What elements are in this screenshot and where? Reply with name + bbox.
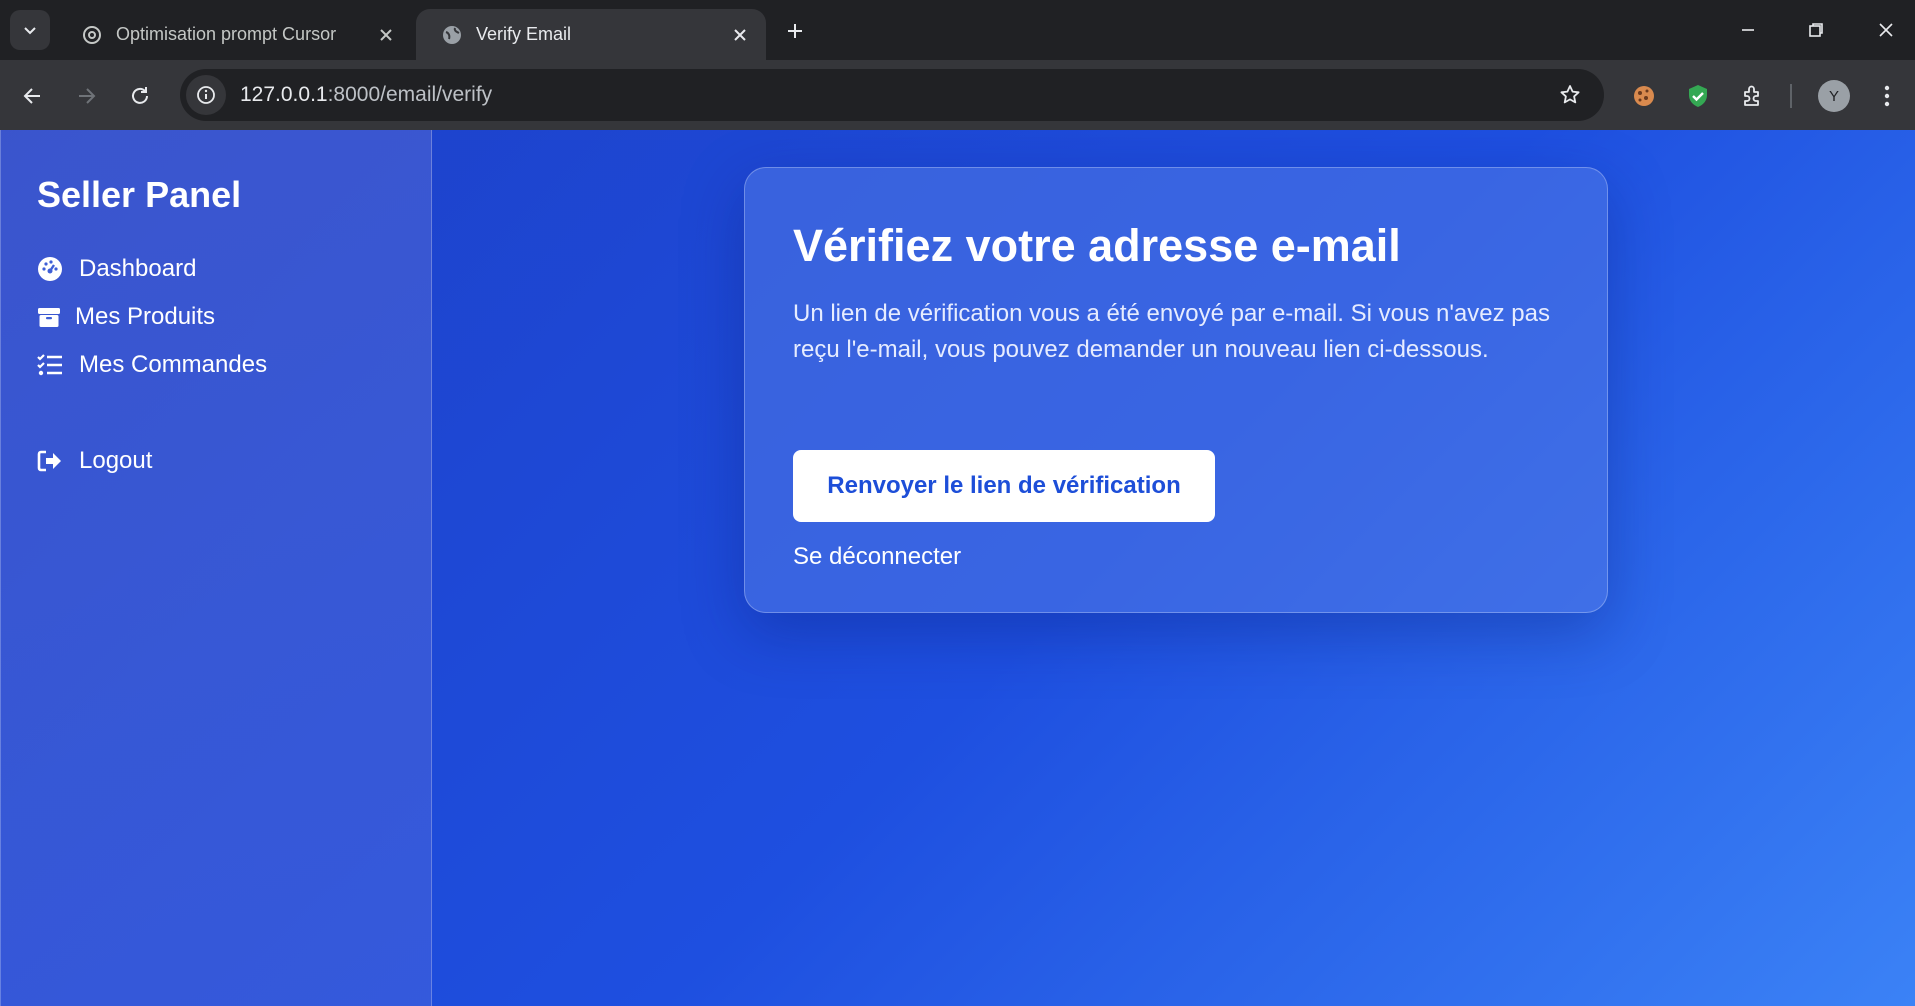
browser-toolbar: 127.0.0.1:8000/email/verify Y <box>0 60 1915 130</box>
globe-icon <box>440 23 464 47</box>
page-viewport: Seller Panel Dashboard Mes Produits Mes … <box>0 130 1915 1006</box>
page-title: Vérifiez votre adresse e-mail <box>793 220 1401 271</box>
sidebar-item-label: Dashboard <box>79 255 197 282</box>
shield-extension-icon[interactable] <box>1679 77 1717 115</box>
tab-optimisation-prompt[interactable]: Optimisation prompt Cursor <box>56 9 412 60</box>
openai-icon <box>80 23 104 47</box>
logout-link[interactable]: Se déconnecter <box>793 543 961 571</box>
resend-verification-button[interactable]: Renvoyer le lien de vérification <box>793 450 1215 522</box>
forward-button[interactable] <box>68 78 104 114</box>
url-host: 127.0.0.1 <box>240 83 328 106</box>
verification-message: Un lien de vérification vous a été envoy… <box>793 300 1550 363</box>
close-icon <box>1879 23 1893 37</box>
brand-title: Seller Panel <box>37 174 242 215</box>
profile-avatar[interactable]: Y <box>1818 80 1850 112</box>
box-icon <box>37 304 61 330</box>
close-tab-icon[interactable] <box>728 23 752 47</box>
arrow-left-icon <box>23 88 40 104</box>
toolbar-divider <box>1790 84 1792 108</box>
minimize-button[interactable] <box>1728 12 1768 48</box>
list-check-icon <box>37 352 63 378</box>
url-text[interactable]: 127.0.0.1:8000/email/verify <box>240 83 1550 107</box>
sidebar-item-mes-commandes[interactable]: Mes Commandes <box>37 351 267 379</box>
address-bar[interactable]: 127.0.0.1:8000/email/verify <box>180 69 1604 121</box>
reload-button[interactable] <box>122 78 158 114</box>
sidebar-item-label: Mes Commandes <box>79 351 268 378</box>
chevron-down-icon <box>24 27 36 35</box>
sidebar-item-mes-produits[interactable]: Mes Produits <box>37 303 215 331</box>
arrow-right-icon <box>79 88 96 104</box>
tab-title: Optimisation prompt Cursor <box>116 24 337 44</box>
close-window-button[interactable] <box>1866 12 1906 48</box>
minimize-icon <box>1742 29 1754 31</box>
back-button[interactable] <box>15 78 51 114</box>
sidebar: Seller Panel Dashboard Mes Produits Mes … <box>0 130 432 1006</box>
tab-search-button[interactable] <box>10 10 50 50</box>
tab-verify-email[interactable]: Verify Email <box>416 9 766 60</box>
sidebar-item-label: Logout <box>79 447 153 474</box>
logout-icon <box>37 448 63 474</box>
sidebar-item-dashboard[interactable]: Dashboard <box>37 255 196 283</box>
verify-email-card: Vérifiez votre adresse e-mail Un lien de… <box>744 167 1608 613</box>
sidebar-item-logout[interactable]: Logout <box>37 447 152 475</box>
tab-title: Verify Email <box>476 24 572 44</box>
extensions-puzzle-icon[interactable] <box>1734 77 1772 115</box>
gauge-icon <box>37 256 63 282</box>
site-info-icon[interactable] <box>186 75 226 115</box>
close-tab-icon[interactable] <box>374 23 398 47</box>
bookmark-star-icon[interactable] <box>1550 75 1590 115</box>
tab-strip: Optimisation prompt Cursor Verify Email <box>0 0 1915 60</box>
url-path: :8000/email/verify <box>327 83 493 106</box>
new-tab-button[interactable] <box>780 16 810 46</box>
plus-icon <box>788 24 802 38</box>
cookie-extension-icon[interactable] <box>1625 77 1663 115</box>
sidebar-item-label: Mes Produits <box>75 303 216 330</box>
restore-icon <box>1809 23 1823 37</box>
kebab-menu-icon[interactable] <box>1868 77 1906 115</box>
reload-icon <box>132 87 148 104</box>
restore-button[interactable] <box>1796 12 1836 48</box>
